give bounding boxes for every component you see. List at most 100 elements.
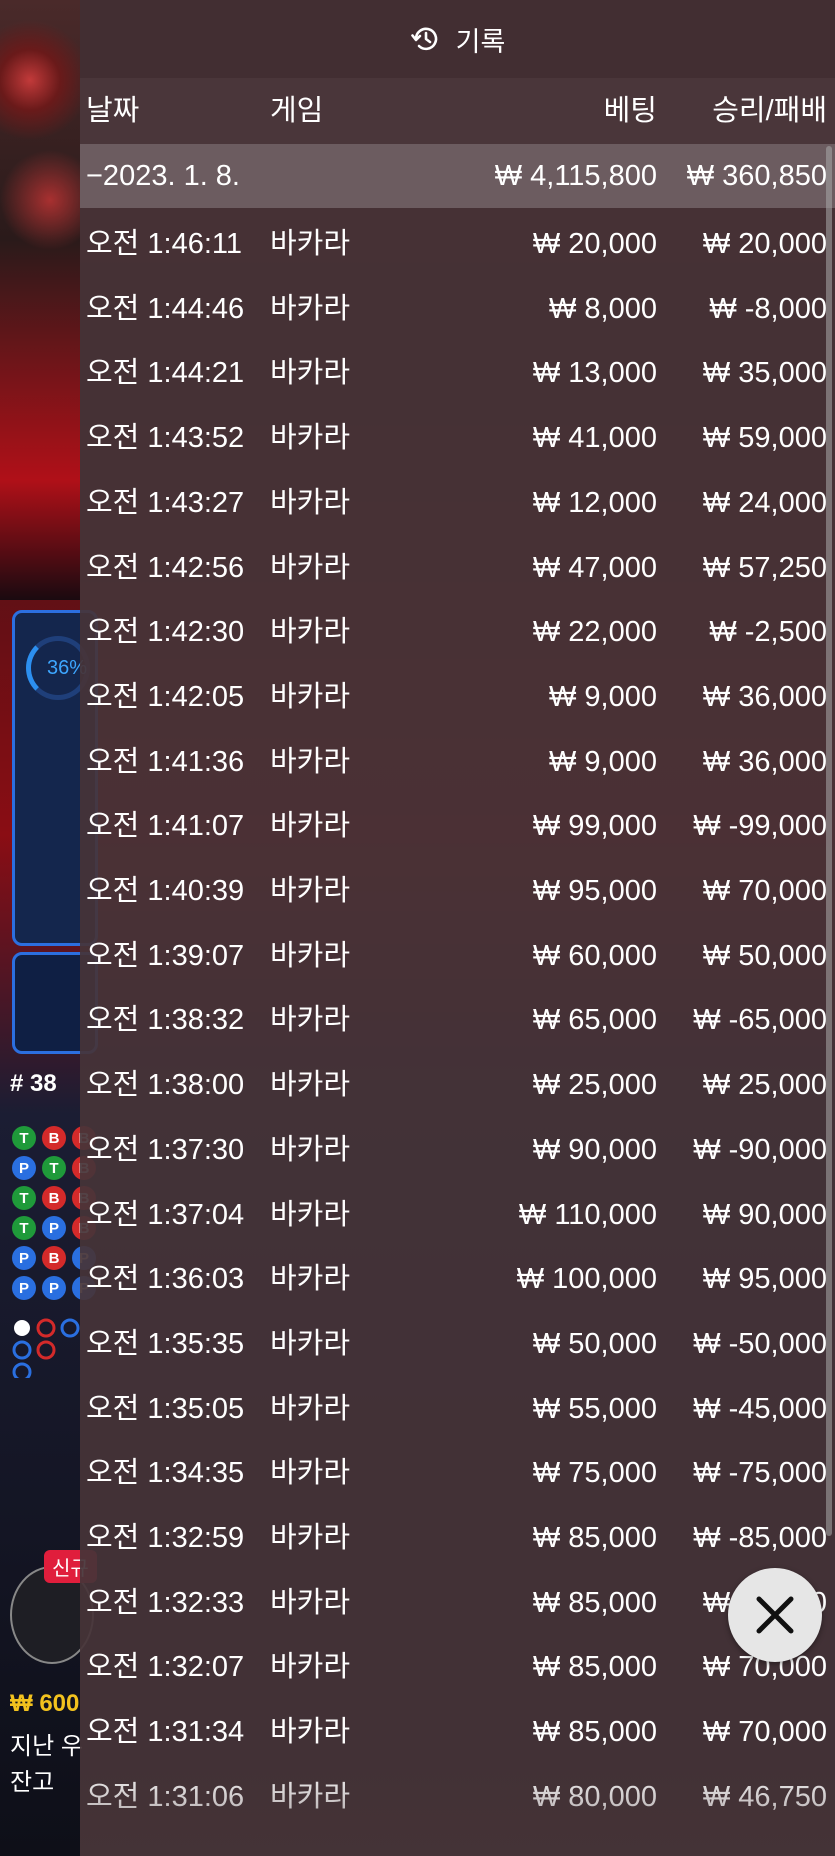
- row-game: 바카라: [270, 1586, 351, 1619]
- column-result: 승리/패배: [712, 95, 827, 127]
- row-result: ₩ -75,000: [693, 1457, 827, 1490]
- summary-result: ₩ 360,850: [686, 160, 827, 192]
- bead-t: T: [42, 1156, 66, 1180]
- history-row[interactable]: 오전 1:35:05 바카라 ₩ 55,000 ₩ -45,000: [80, 1377, 835, 1441]
- history-row[interactable]: 오전 1:32:59 바카라 ₩ 85,000 ₩ -85,000: [80, 1506, 835, 1570]
- row-game: 바카라: [270, 551, 351, 584]
- bet-amount: ₩ 600: [10, 1690, 80, 1717]
- row-result: ₩ 25,000: [702, 1069, 827, 1102]
- row-game: 바카라: [270, 1457, 351, 1490]
- history-row[interactable]: 오전 1:42:30 바카라 ₩ 22,000 ₩ -2,500: [80, 600, 835, 664]
- row-result: ₩ 90,000: [702, 1198, 827, 1231]
- bead-p: P: [12, 1156, 36, 1180]
- history-row[interactable]: 오전 1:34:35 바카라 ₩ 75,000 ₩ -75,000: [80, 1441, 835, 1505]
- history-row[interactable]: 오전 1:31:06 바카라 ₩ 80,000 ₩ 46,750: [80, 1765, 835, 1829]
- history-row[interactable]: 오전 1:42:56 바카라 ₩ 47,000 ₩ 57,250: [80, 536, 835, 600]
- row-game: 바카라: [270, 616, 351, 649]
- history-row[interactable]: 오전 1:32:07 바카라 ₩ 85,000 ₩ 70,000: [80, 1635, 835, 1699]
- date-summary-row[interactable]: −2023. 1. 8. ₩ 4,115,800 ₩ 360,850: [80, 144, 835, 208]
- row-bet: ₩ 9,000: [549, 745, 657, 778]
- history-row[interactable]: 오전 1:38:00 바카라 ₩ 25,000 ₩ 25,000: [80, 1053, 835, 1117]
- row-game: 바카라: [270, 939, 351, 972]
- row-bet: ₩ 90,000: [532, 1133, 657, 1166]
- row-time: 오전 1:36:03: [86, 1263, 245, 1296]
- row-time: 오전 1:34:35: [86, 1457, 245, 1490]
- row-time: 오전 1:32:33: [86, 1586, 245, 1619]
- history-row[interactable]: 오전 1:44:46 바카라 ₩ 8,000 ₩ -8,000: [80, 277, 835, 341]
- history-row[interactable]: 오전 1:39:07 바카라 ₩ 60,000 ₩ 50,000: [80, 924, 835, 988]
- column-date: 날짜: [86, 95, 140, 127]
- row-bet: ₩ 60,000: [532, 939, 657, 972]
- row-game: 바카라: [270, 1327, 351, 1360]
- row-time: 오전 1:37:30: [86, 1133, 245, 1166]
- history-row[interactable]: 오전 1:42:05 바카라 ₩ 9,000 ₩ 36,000: [80, 665, 835, 729]
- history-row[interactable]: 오전 1:41:07 바카라 ₩ 99,000 ₩ -99,000: [80, 794, 835, 858]
- row-game: 바카라: [270, 1263, 351, 1296]
- row-time: 오전 1:42:56: [86, 551, 245, 584]
- history-header: 기록: [80, 0, 835, 78]
- row-time: 오전 1:31:06: [86, 1780, 245, 1813]
- previous-win-label: 지난 우: [10, 1733, 83, 1760]
- history-row[interactable]: 오전 1:46:11 바카라 ₩ 20,000 ₩ 20,000: [80, 212, 835, 276]
- row-time: 오전 1:43:52: [86, 422, 245, 455]
- row-game: 바카라: [270, 1522, 351, 1554]
- row-bet: ₩ 110,000: [518, 1198, 657, 1231]
- row-result: ₩ 50,000: [702, 939, 827, 972]
- history-row[interactable]: 오전 1:43:27 바카라 ₩ 12,000 ₩ 24,000: [80, 471, 835, 535]
- row-bet: ₩ 50,000: [532, 1327, 657, 1360]
- summary-date: −2023. 1. 8.: [86, 160, 240, 192]
- road-stats: [12, 1318, 82, 1382]
- row-time: 오전 1:39:07: [86, 939, 245, 972]
- row-game: 바카라: [270, 292, 351, 325]
- row-result: ₩ 57,250: [702, 551, 827, 584]
- row-game: 바카라: [270, 1069, 351, 1102]
- row-bet: ₩ 13,000: [532, 357, 657, 390]
- balance-label: 잔고: [10, 1769, 55, 1796]
- row-bet: ₩ 95,000: [532, 875, 657, 907]
- history-icon: [410, 27, 437, 51]
- row-result: ₩ -85,000: [693, 1522, 827, 1554]
- history-row[interactable]: 오전 1:37:30 바카라 ₩ 90,000 ₩ -90,000: [80, 1118, 835, 1182]
- row-time: 오전 1:40:39: [86, 875, 245, 907]
- history-row[interactable]: 오전 1:38:32 바카라 ₩ 65,000 ₩ -65,000: [80, 988, 835, 1052]
- scrollbar[interactable]: [826, 146, 832, 1536]
- row-game: 바카라: [270, 680, 351, 713]
- row-game: 바카라: [270, 1716, 351, 1749]
- history-row[interactable]: 오전 1:31:34 바카라 ₩ 85,000 ₩ 70,000: [80, 1700, 835, 1764]
- row-result: ₩ 46,750: [702, 1780, 827, 1813]
- row-result: ₩ 36,000: [702, 680, 827, 713]
- close-button[interactable]: [728, 1568, 822, 1662]
- row-game: 바카라: [270, 1133, 351, 1166]
- row-result: ₩ -50,000: [693, 1327, 827, 1360]
- history-row[interactable]: 오전 1:36:03 바카라 ₩ 100,000 ₩ 95,000: [80, 1247, 835, 1311]
- row-result: ₩ 70,000: [702, 875, 827, 907]
- row-bet: ₩ 85,000: [532, 1522, 657, 1554]
- row-result: ₩ 95,000: [702, 1263, 827, 1296]
- row-game: 바카라: [270, 810, 351, 843]
- row-time: 오전 1:44:46: [86, 292, 245, 325]
- history-row[interactable]: 오전 1:43:52 바카라 ₩ 41,000 ₩ 59,000: [80, 406, 835, 470]
- history-row[interactable]: 오전 1:32:33바카라₩ 85,000₩ 45,000: [80, 1571, 835, 1635]
- row-time: 오전 1:42:05: [86, 680, 245, 713]
- history-row[interactable]: 오전 1:40:39 바카라 ₩ 95,000 ₩ 70,000: [80, 859, 835, 923]
- row-time: 오전 1:35:05: [86, 1392, 245, 1425]
- close-icon: [756, 1596, 794, 1634]
- history-row[interactable]: 오전 1:35:35 바카라 ₩ 50,000 ₩ -50,000: [80, 1312, 835, 1376]
- row-bet: ₩ 20,000: [532, 228, 657, 260]
- row-result: ₩ -65,000: [693, 1004, 827, 1037]
- history-row[interactable]: 오전 1:37:04 바카라 ₩ 110,000 ₩ 90,000: [80, 1183, 835, 1247]
- column-bet: 베팅: [603, 95, 657, 127]
- row-game: 바카라: [270, 1780, 351, 1813]
- row-time: 오전 1:38:32: [86, 1004, 245, 1037]
- row-result: ₩ 59,000: [702, 422, 827, 455]
- row-game: 바카라: [270, 1392, 351, 1425]
- history-row[interactable]: 오전 1:44:21 바카라 ₩ 13,000 ₩ 35,000: [80, 341, 835, 405]
- history-row[interactable]: 오전 1:41:36 바카라 ₩ 9,000 ₩ 36,000: [80, 730, 835, 794]
- row-game: 바카라: [270, 422, 351, 455]
- row-game: 바카라: [270, 1651, 351, 1684]
- row-bet: ₩ 41,000: [532, 422, 657, 455]
- row-bet: ₩ 100,000: [516, 1263, 657, 1296]
- row-bet: ₩ 75,000: [532, 1457, 657, 1490]
- bead-b: B: [42, 1246, 66, 1270]
- bead-b: B: [42, 1126, 66, 1150]
